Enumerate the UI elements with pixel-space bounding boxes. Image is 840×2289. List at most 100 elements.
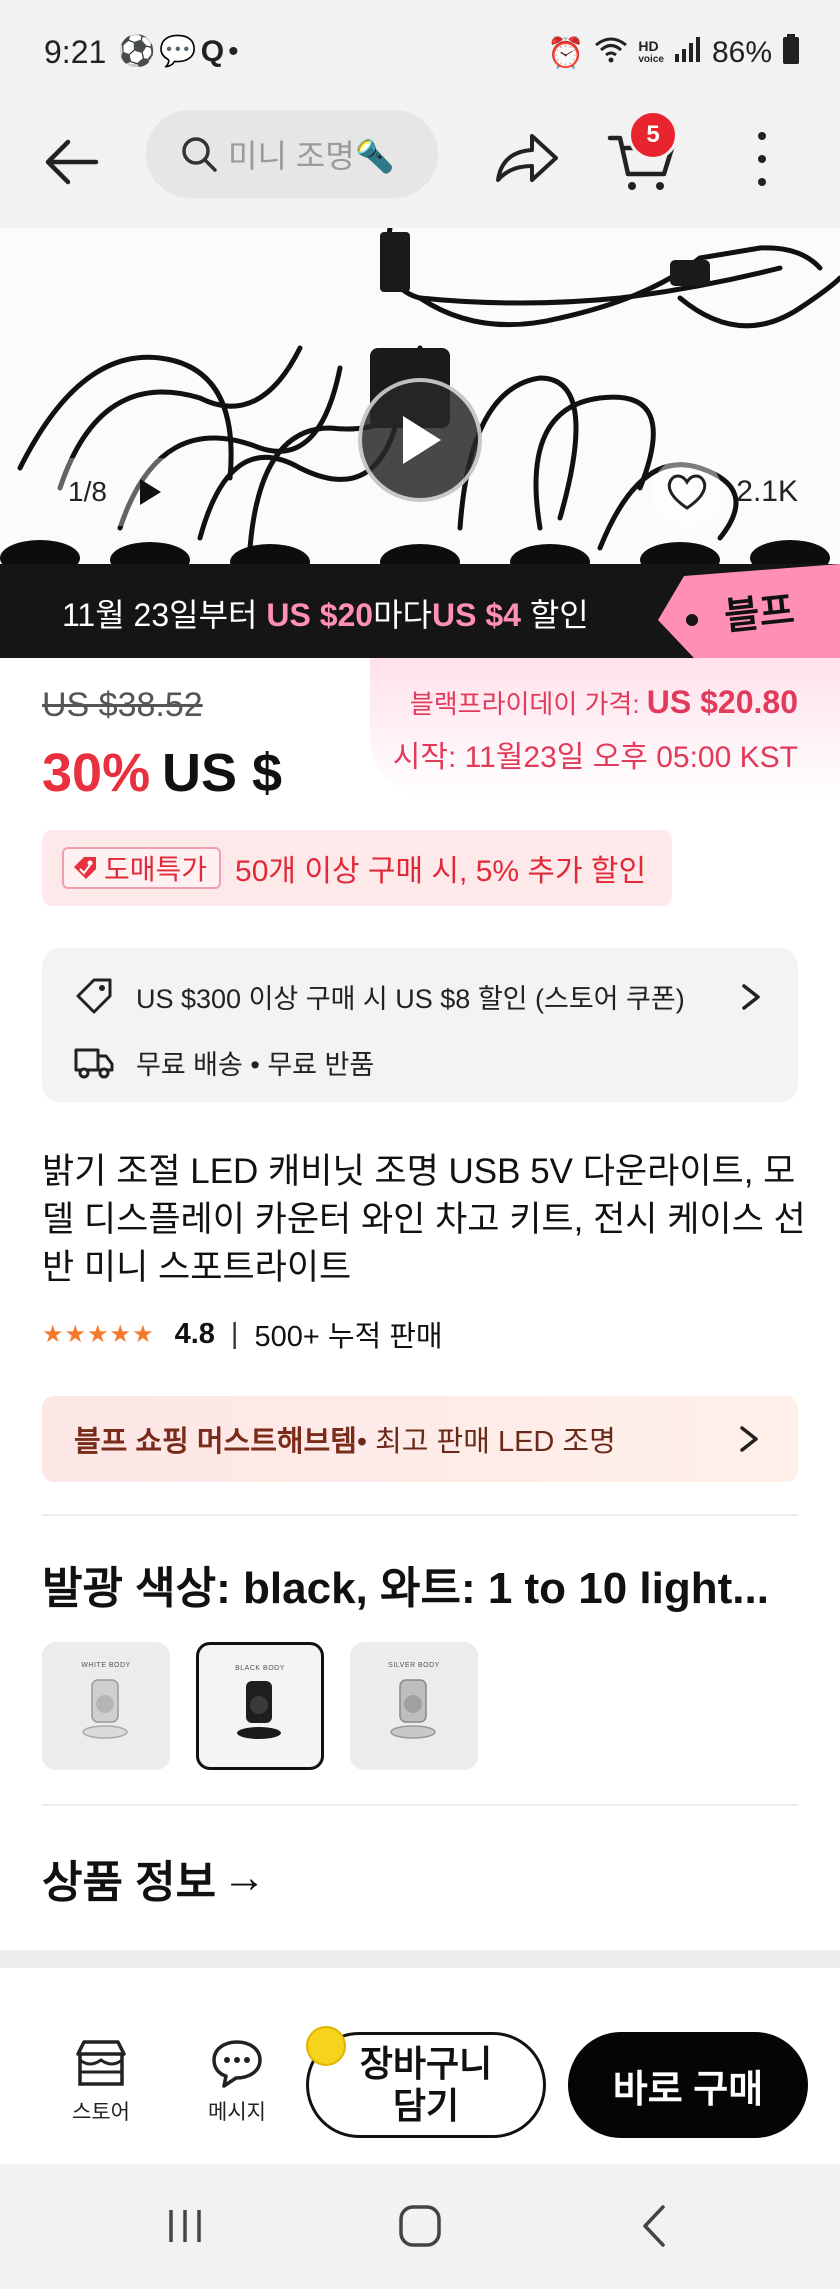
top-app-bar: 미니 조명🔦 5 <box>0 106 840 228</box>
home-button[interactable] <box>385 2196 455 2256</box>
swatch-caption: SILVER BODY <box>388 1662 440 1669</box>
share-button[interactable] <box>492 124 562 194</box>
message-label: 메시지 <box>208 2101 266 2124</box>
store-coupon-row[interactable]: US $300 이상 구매 시 US $8 할인 (스토어 쿠폰) <box>74 974 685 1018</box>
arrow-left-icon <box>45 139 99 185</box>
product-image-gallery[interactable]: 1/8 2.1K <box>0 228 840 564</box>
swatch-caption: WHITE BODY <box>81 1662 131 1669</box>
coupon-tag-icon <box>76 978 112 1014</box>
shipping-text: 무료 배송 • 무료 반품 <box>136 1049 375 1080</box>
wishlist-button[interactable] <box>652 457 723 527</box>
status-right: ⏰ HD voice 86% <box>547 34 800 72</box>
like-area[interactable]: 2.1K <box>652 457 798 527</box>
notification-icons: ⚽💬Q• <box>118 34 243 69</box>
product-info-label: 상품 정보 <box>42 1858 217 1907</box>
system-nav-bar <box>0 2164 840 2289</box>
signal-icon <box>674 36 702 70</box>
message-button[interactable]: 메시지 <box>182 2038 292 2126</box>
chevron-right-icon <box>742 984 760 1010</box>
sold-count: 500+ 누적 판매 <box>254 1321 443 1353</box>
bf-promo-text: 11월 23일부터 US $20마다US $4 할인 <box>62 597 589 633</box>
battery-icon <box>782 34 800 72</box>
search-icon <box>182 137 217 172</box>
product-info-link[interactable]: 상품 정보 → <box>42 1846 266 1910</box>
rating-separator: | <box>230 1317 239 1350</box>
star-rating-icon: ★★★★★ <box>42 1320 155 1348</box>
bf-start-time: 시작: 11월23일 오후 05:00 KST <box>392 741 798 774</box>
recent-apps-button[interactable] <box>150 2196 220 2256</box>
cart-count-badge: 5 <box>628 110 678 160</box>
bf-price: 블랙프라이데이 가격: US $20.80 <box>409 684 798 720</box>
recents-icon <box>169 2210 201 2242</box>
bottom-action-bar: 스토어 메시지 장바구니 담기 바로 구매 <box>0 1968 840 2164</box>
chevron-right-icon <box>740 1426 758 1452</box>
must-have-desc: • 최고 판매 LED 조명 <box>356 1426 616 1458</box>
alarm-icon: ⏰ <box>547 36 585 70</box>
wholesale-tag: 도매특가 <box>62 847 222 889</box>
price-section: US $38.52 30% US $ 블랙프라이데이 가격: US $20.80… <box>0 658 840 808</box>
status-bar: 9:21 ⚽💬Q• ⏰ HD voice 86% <box>0 0 840 106</box>
heart-icon <box>668 474 707 510</box>
more-options-button[interactable] <box>742 124 782 194</box>
variant-title[interactable]: 발광 색상: black, 와트: 1 to 10 light... <box>42 1552 802 1616</box>
coupon-shipping-box[interactable]: US $300 이상 구매 시 US $8 할인 (스토어 쿠폰) 무료 배송 … <box>42 948 798 1102</box>
black-spotlight-image <box>237 1681 281 1739</box>
image-counter-text: 1/8 <box>68 476 107 507</box>
price-highlight-bg <box>370 658 840 798</box>
chat-bubbles-icon: 💬 <box>159 35 201 68</box>
hd-voice-icon: HD voice <box>638 38 664 65</box>
search-bar[interactable]: 미니 조명🔦 <box>146 110 438 198</box>
play-small-icon <box>139 479 161 505</box>
rating-row[interactable]: ★★★★★ 4.8 | 500+ 누적 판매 <box>42 1314 443 1354</box>
soccer-icon: ⚽ <box>118 35 160 68</box>
section-divider <box>42 1514 798 1516</box>
section-divider <box>42 1804 798 1806</box>
original-price: US $38.52 <box>42 686 203 724</box>
chevron-left-icon <box>643 2205 665 2247</box>
black-friday-banner[interactable]: 11월 23일부터 US $20마다US $4 할인 블프 <box>0 564 840 658</box>
product-title: 밝기 조절 LED 캐비닛 조명 USB 5V 다운라이트, 모델 디스플레이 … <box>42 1152 806 1287</box>
discount-percent: 30% <box>42 743 151 803</box>
status-time: 9:21 <box>44 34 107 70</box>
more-dot <box>758 178 766 187</box>
more-dot <box>758 131 766 140</box>
section-separator <box>0 1950 840 1968</box>
store-icon <box>76 2040 126 2086</box>
bf-tag-label: 블프 <box>722 589 797 639</box>
variant-swatch-white[interactable]: WHITE BODY <box>42 1642 170 1770</box>
coin-icon <box>306 2026 346 2066</box>
q-icon: Q <box>200 35 229 68</box>
dot-icon: • <box>228 35 243 68</box>
image-counter: 1/8 <box>38 458 193 526</box>
must-have-label: 블프 쇼핑 머스트해브템 <box>74 1426 357 1458</box>
bf-tag-badge: 블프 <box>654 564 840 658</box>
like-count: 2.1K <box>736 475 798 508</box>
current-price: US $ <box>162 743 283 803</box>
wholesale-banner[interactable]: 도매특가 50개 이상 구매 시, 5% 추가 할인 <box>42 830 672 906</box>
store-button[interactable]: 스토어 <box>46 2038 156 2126</box>
must-have-banner[interactable]: 블프 쇼핑 머스트해브템 • 최고 판매 LED 조명 <box>42 1396 798 1482</box>
arrow-right-icon: → <box>222 1853 267 1902</box>
truck-icon <box>74 1048 114 1079</box>
rating-score: 4.8 <box>174 1317 215 1350</box>
chat-icon <box>212 2040 262 2088</box>
shipping-row: 무료 배송 • 무료 반품 <box>74 1040 374 1084</box>
price-tag-icon <box>74 857 96 879</box>
home-icon <box>399 2205 441 2247</box>
store-label: 스토어 <box>72 2101 130 2124</box>
wholesale-text: 50개 이상 구매 시, 5% 추가 할인 <box>235 855 647 888</box>
search-input[interactable]: 미니 조명🔦 <box>228 131 395 177</box>
system-back-button[interactable] <box>620 2196 690 2256</box>
share-arrow-icon <box>496 134 558 182</box>
back-button[interactable] <box>40 130 104 194</box>
play-icon <box>403 416 441 464</box>
variant-swatch-silver[interactable]: SILVER BODY <box>350 1642 478 1770</box>
swatch-caption: BLACK BODY <box>235 1665 285 1672</box>
more-dot <box>758 154 766 163</box>
wifi-icon <box>594 35 628 71</box>
video-play-button[interactable] <box>358 378 482 502</box>
buy-now-button[interactable]: 바로 구매 <box>568 2032 808 2138</box>
add-to-cart-label: 장바구니 담기 <box>359 2043 493 2126</box>
variant-swatch-black[interactable]: BLACK BODY <box>196 1642 324 1770</box>
battery-percent: 86% <box>711 36 772 69</box>
